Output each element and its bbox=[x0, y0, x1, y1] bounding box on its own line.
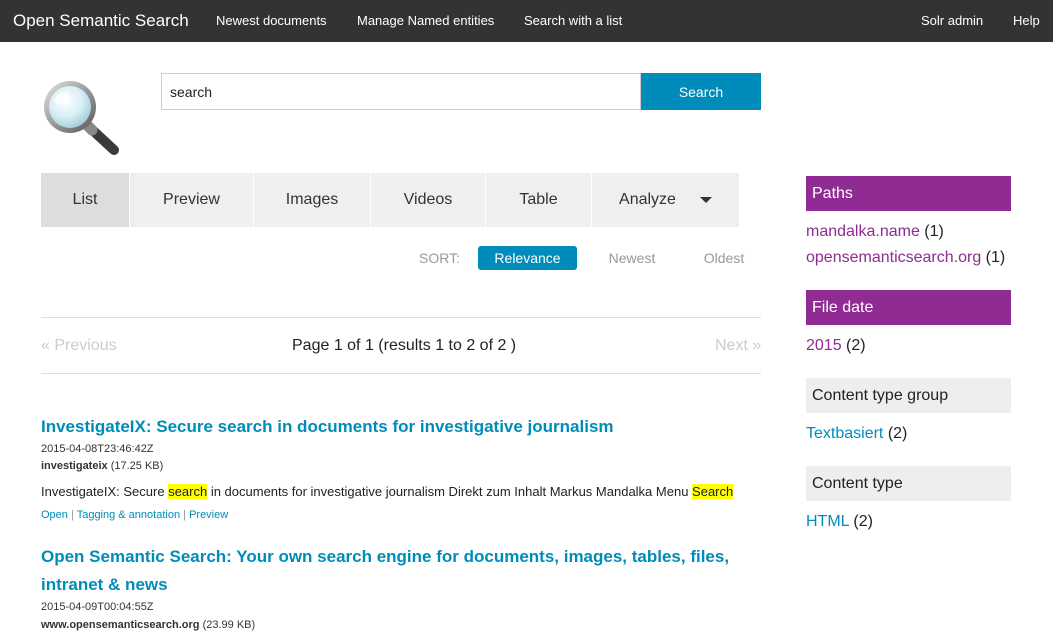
result-host: investigateix (17.25 KB) bbox=[41, 460, 163, 472]
facet-header-content-type: Content type bbox=[806, 466, 1011, 501]
search-button[interactable]: Search bbox=[641, 73, 761, 110]
nav-help[interactable]: Help bbox=[1013, 13, 1040, 28]
tab-preview[interactable]: Preview bbox=[130, 173, 254, 227]
pager-previous[interactable]: « Previous bbox=[41, 337, 117, 355]
facet-count: (1) bbox=[985, 249, 1006, 266]
nav-solr-admin[interactable]: Solr admin bbox=[921, 13, 983, 28]
snippet-text: InvestigateIX: Secure bbox=[41, 484, 169, 499]
tab-analyze-label: Analyze bbox=[619, 191, 676, 208]
tab-videos[interactable]: Videos bbox=[371, 173, 486, 227]
result-size: (17.25 KB) bbox=[110, 460, 164, 472]
caret-down-icon bbox=[699, 196, 712, 203]
result-title[interactable]: InvestigateIX: Secure search in document… bbox=[41, 413, 614, 441]
result-host-name: investigateix bbox=[41, 460, 108, 472]
snippet-highlight: Search bbox=[692, 484, 734, 499]
divider bbox=[41, 317, 761, 318]
facet-link[interactable]: mandalka.name bbox=[806, 223, 920, 240]
facet-count: (1) bbox=[924, 223, 944, 240]
facet-header-content-type-group: Content type group bbox=[806, 378, 1011, 413]
snippet-highlight: search bbox=[168, 484, 208, 499]
divider bbox=[41, 373, 761, 374]
result-title[interactable]: Open Semantic Search: Your own search en… bbox=[41, 543, 729, 571]
result-date: 2015-04-08T23:46:42Z bbox=[41, 443, 154, 455]
result-title-continued[interactable]: intranet & news bbox=[41, 571, 168, 599]
facet-item: opensemanticsearch.org (1) bbox=[806, 249, 1005, 267]
facet-item: HTML (2) bbox=[806, 513, 873, 531]
result-preview-link[interactable]: Preview bbox=[189, 509, 228, 521]
tab-list[interactable]: List bbox=[41, 173, 130, 227]
pager-next[interactable]: Next » bbox=[715, 337, 761, 355]
snippet-text: in documents for investigative journalis… bbox=[207, 484, 693, 499]
tab-analyze[interactable]: Analyze bbox=[592, 173, 739, 227]
facet-header-paths: Paths bbox=[806, 176, 1011, 211]
magnifier-logo-icon bbox=[44, 81, 119, 155]
facet-item: Textbasiert (2) bbox=[806, 425, 907, 443]
facet-count: (2) bbox=[853, 513, 873, 530]
nav-newest-documents[interactable]: Newest documents bbox=[216, 13, 327, 28]
facet-count: (2) bbox=[846, 337, 866, 354]
separator: | bbox=[183, 509, 186, 521]
facet-item: 2015 (2) bbox=[806, 337, 866, 355]
result-date: 2015-04-09T00:04:55Z bbox=[41, 601, 154, 613]
sort-oldest[interactable]: Oldest bbox=[692, 246, 756, 270]
pager-info: Page 1 of 1 (results 1 to 2 of 2 ) bbox=[292, 337, 517, 354]
sort-newest[interactable]: Newest bbox=[596, 246, 668, 270]
separator: | bbox=[70, 509, 74, 521]
facet-link[interactable]: opensemanticsearch.org bbox=[806, 249, 981, 266]
result-host-name: www.opensemanticsearch.org bbox=[41, 619, 200, 631]
nav-search-with-list[interactable]: Search with a list bbox=[524, 13, 622, 28]
facet-link[interactable]: 2015 bbox=[806, 337, 842, 354]
facet-item: mandalka.name (1) bbox=[806, 223, 944, 241]
facet-header-file-date: File date bbox=[806, 290, 1011, 325]
result-open-link[interactable]: Open bbox=[41, 509, 68, 521]
brand-link[interactable]: Open Semantic Search bbox=[13, 11, 189, 31]
result-size: (23.99 KB) bbox=[202, 619, 256, 631]
result-tagging-link[interactable]: Tagging & annotation bbox=[77, 509, 180, 521]
sort-relevance[interactable]: Relevance bbox=[478, 246, 577, 270]
tab-images[interactable]: Images bbox=[254, 173, 371, 227]
search-input[interactable] bbox=[161, 73, 641, 110]
tab-table[interactable]: Table bbox=[486, 173, 592, 227]
result-snippet: InvestigateIX: Secure search in document… bbox=[41, 484, 734, 499]
result-host: www.opensemanticsearch.org (23.99 KB) bbox=[41, 619, 255, 631]
view-tabs: List Preview Images Videos Table Analyze bbox=[41, 173, 739, 227]
sort-label: SORT: bbox=[419, 250, 460, 266]
result-actions: Open | Tagging & annotation | Preview bbox=[41, 509, 228, 521]
facet-link[interactable]: HTML bbox=[806, 513, 849, 530]
top-navbar: Open Semantic Search Newest documents Ma… bbox=[0, 0, 1053, 42]
facet-link[interactable]: Textbasiert bbox=[806, 425, 883, 442]
facet-count: (2) bbox=[887, 425, 908, 442]
nav-manage-named-entities[interactable]: Manage Named entities bbox=[357, 13, 494, 28]
